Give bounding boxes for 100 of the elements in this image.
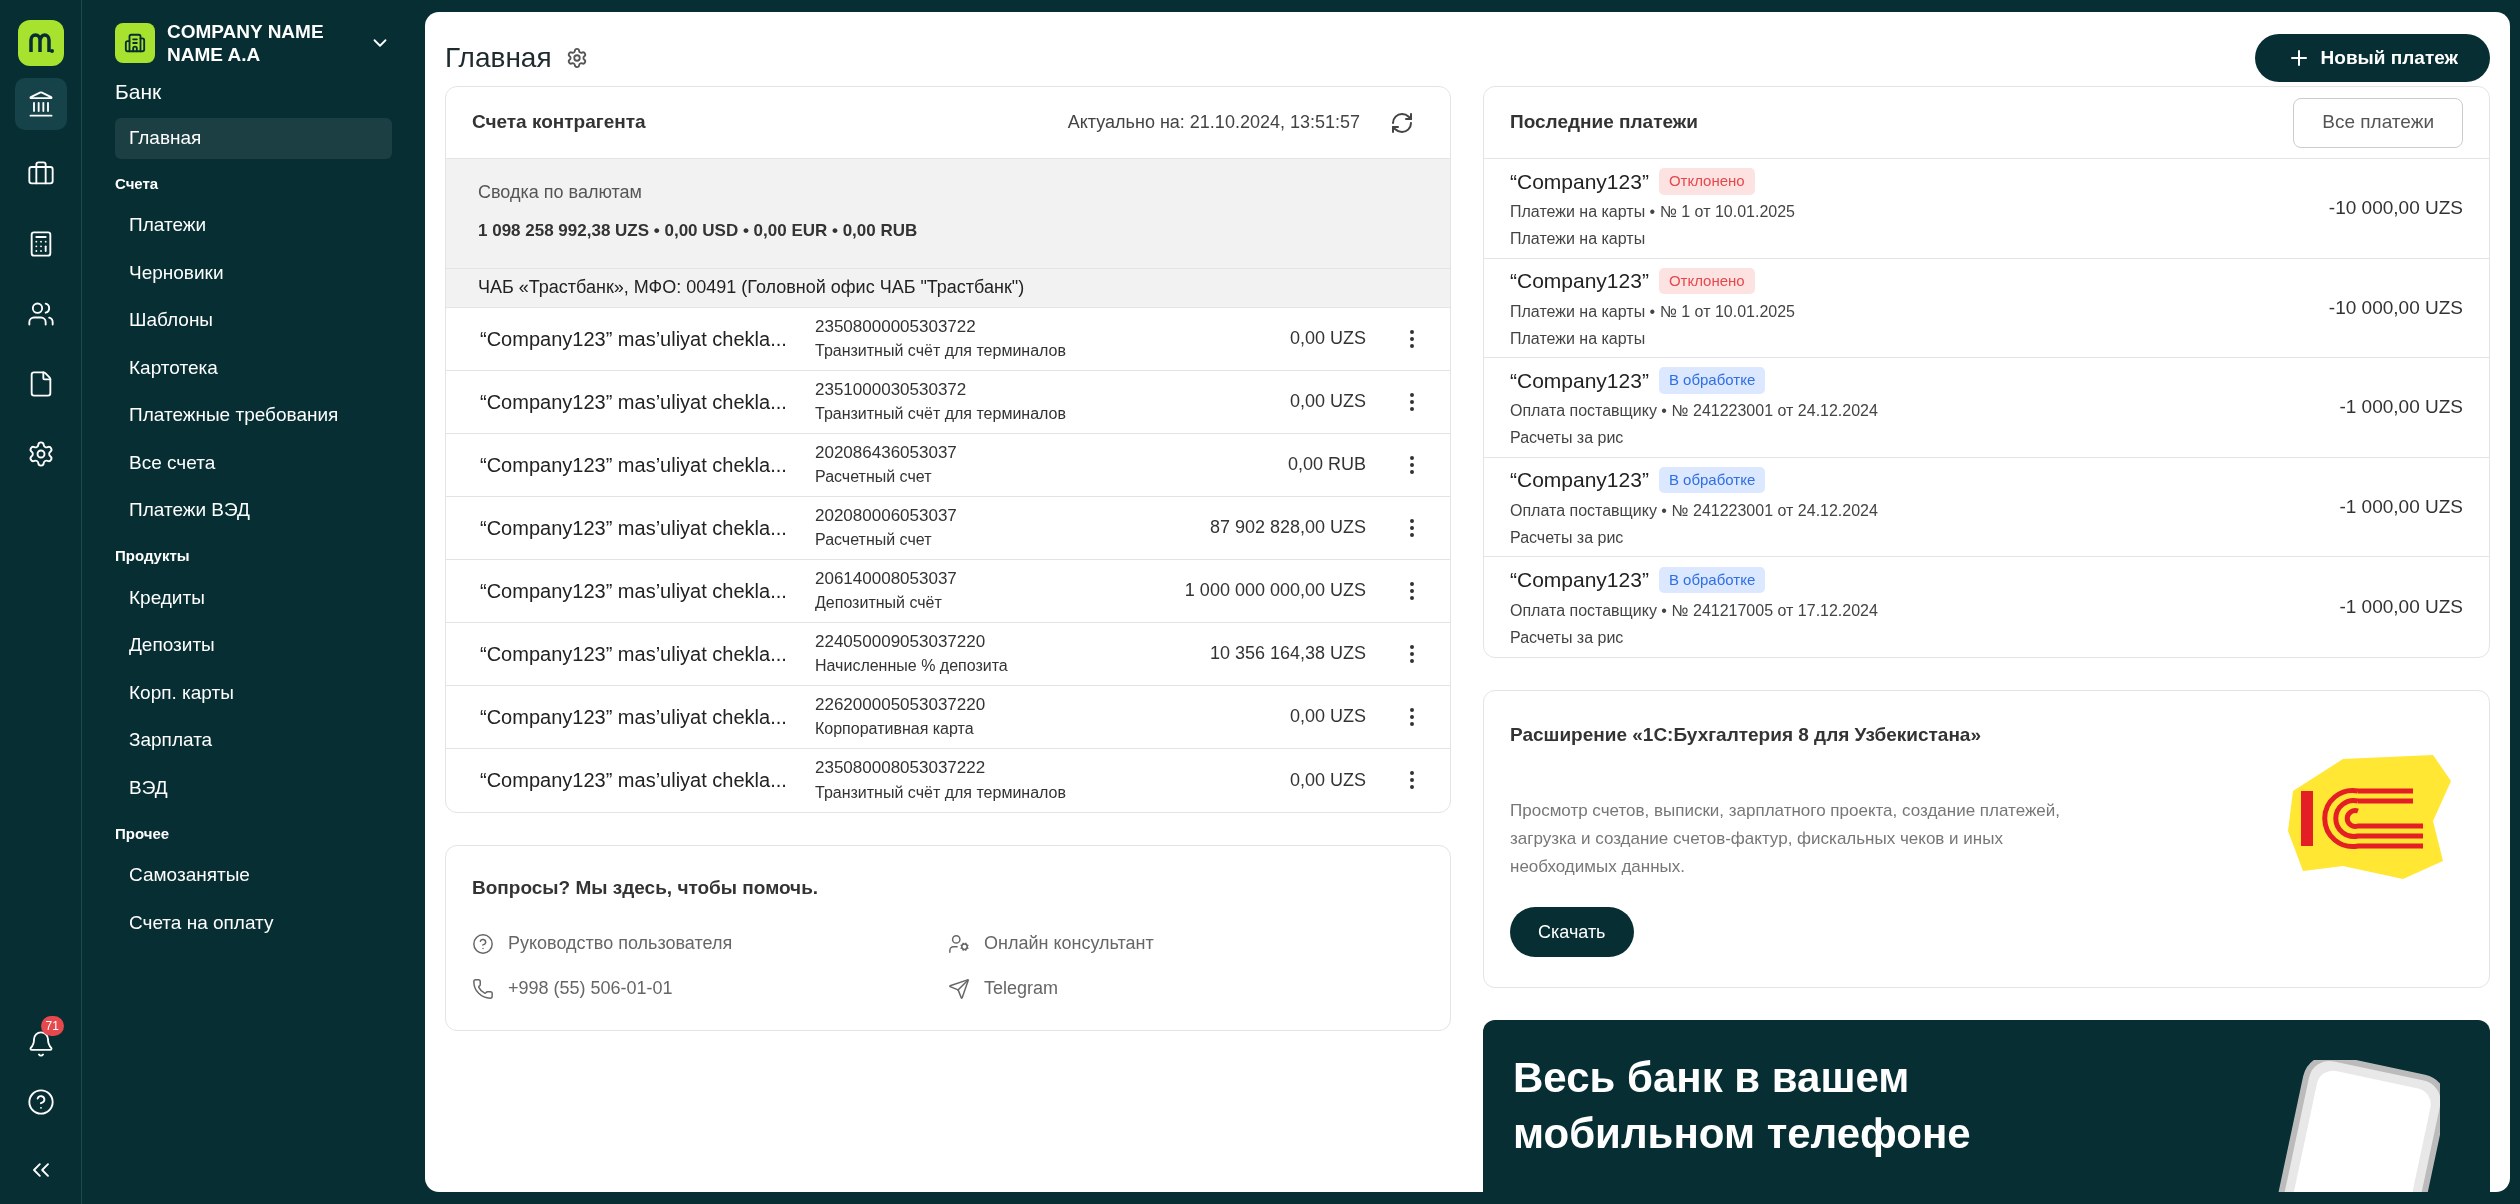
- status-badge: Отклонено: [1658, 168, 1755, 195]
- account-balance: 10 356 164,38 UZS: [1209, 642, 1366, 665]
- status-badge: В обработке: [1658, 367, 1766, 394]
- payment-details: Оплата поставщику • № 241223001 от 24.12.2024: [1510, 500, 1878, 521]
- payment-details: Платежи на карты • № 1 от 10.01.2025: [1510, 202, 1795, 222]
- help-icon: [472, 932, 494, 955]
- account-balance: 0,00 RUB: [1287, 453, 1366, 476]
- account-type: Начисленные % депозита: [815, 656, 1009, 677]
- account-number: 224050009053037220: [815, 630, 987, 653]
- account-owner: “Company123” mas’uliyat chekla...: [480, 389, 788, 415]
- account-balance: 87 902 828,00 UZS: [1209, 516, 1366, 539]
- company-switcher[interactable]: COMPANY NAME NAME A.A: [33, 20, 392, 66]
- account-balance: 0,00 UZS: [1289, 390, 1366, 413]
- help-link[interactable]: Руководство пользователя: [508, 930, 733, 957]
- account-type: Транзитный счёт для терминалов: [815, 404, 1067, 425]
- app-logo[interactable]: [17, 20, 64, 66]
- bank-name: ЧАБ «Трастбанк», МФО: 00491 (Головной офис ЧАБ "Трастбанк"): [446, 268, 1450, 308]
- account-number: 226200005053037220: [815, 693, 987, 716]
- new-payment-button[interactable]: Новый платеж: [2254, 34, 2490, 82]
- section-label: Счета: [115, 173, 160, 194]
- account-type: Депозитный счёт: [815, 593, 943, 614]
- promo-title: Весь банк в вашем мобильном телефоне: [1513, 1053, 1972, 1159]
- nav-item[interactable]: Картотека: [115, 347, 392, 389]
- status-badge: В обработке: [1658, 466, 1766, 493]
- nav-item[interactable]: Депозиты: [115, 625, 392, 666]
- settings-icon[interactable]: [565, 47, 588, 69]
- updated-time: Актуально на: 21.10.2024, 13:51:57: [1067, 111, 1360, 134]
- payment-amount: -1 000,00 UZS: [2339, 594, 2463, 619]
- card-title: Расширение «1С:Бухгалтерия 8 для Узбекистана»: [1510, 722, 1982, 747]
- nav-item[interactable]: Кредиты: [115, 577, 392, 619]
- card-title: Счета контрагента: [472, 110, 646, 135]
- account-balance: 1 000 000 000,00 UZS: [1184, 579, 1366, 602]
- company-name: COMPANY NAME NAME A.A: [167, 20, 325, 66]
- building-icon: [124, 32, 146, 54]
- phone-icon: [472, 977, 494, 1000]
- nav-item[interactable]: Платежи: [115, 205, 392, 246]
- account-number: 202080006053037: [815, 504, 958, 527]
- bank-icon[interactable]: [14, 78, 67, 130]
- payment-purpose: Платежи на карты: [1510, 328, 1647, 349]
- send-icon: [948, 977, 970, 1000]
- payee-name: “Company123”: [1510, 268, 1649, 294]
- help-link[interactable]: Telegram: [984, 975, 1059, 1002]
- page-title: Главная: [445, 41, 552, 75]
- nav-item[interactable]: Платежные требования: [115, 395, 392, 436]
- account-number: 23508000005303722: [815, 315, 977, 338]
- summary-label: Сводка по валютам: [478, 181, 643, 204]
- account-type: Расчетный счет: [815, 530, 933, 551]
- payee-name: “Company123”: [1510, 168, 1649, 195]
- account-type: Транзитный счёт для терминалов: [815, 341, 1067, 362]
- nav-item[interactable]: Платежи ВЭД: [115, 490, 392, 531]
- payment-purpose: Платежи на карты: [1510, 229, 1647, 249]
- nav-item[interactable]: Счета на оплату: [115, 902, 392, 944]
- nav-item[interactable]: Корп. карты: [115, 672, 392, 714]
- account-owner: “Company123” mas’uliyat chekla...: [480, 326, 788, 352]
- payment-amount: -1 000,00 UZS: [2339, 395, 2463, 419]
- nav-item[interactable]: Главная: [115, 117, 392, 159]
- nav-item[interactable]: Зарплата: [115, 720, 392, 761]
- account-balance: 0,00 UZS: [1289, 327, 1366, 350]
- payment-amount: -1 000,00 UZS: [2339, 494, 2463, 519]
- account-number: 2351000030530372: [815, 378, 968, 401]
- download-button[interactable]: Скачать: [1510, 907, 1634, 957]
- all-payments-button[interactable]: Все платежи: [2293, 97, 2463, 148]
- payee-name: “Company123”: [1510, 467, 1649, 493]
- sidebar-title: Банк: [115, 79, 163, 105]
- account-balance: 0,00 UZS: [1289, 705, 1366, 728]
- help-icon[interactable]: [26, 1088, 55, 1116]
- logo-icon: [27, 32, 54, 54]
- user-gear-icon: [948, 932, 970, 955]
- payment-purpose: Расчеты за рис: [1510, 527, 1625, 548]
- card-title: Вопросы? Мы здесь, чтобы помочь.: [472, 875, 820, 900]
- account-number: 235080008053037222: [815, 757, 987, 780]
- account-owner: “Company123” mas’uliyat chekla...: [480, 641, 788, 667]
- payment-details: Платежи на карты • № 1 от 10.01.2025: [1510, 301, 1795, 322]
- payee-name: “Company123”: [1510, 567, 1649, 593]
- account-number: 202086436053037: [815, 441, 958, 464]
- card-title: Последние платежи: [1510, 110, 1698, 135]
- account-owner: “Company123” mas’uliyat chekla...: [480, 704, 788, 730]
- payment-purpose: Расчеты за рис: [1510, 428, 1625, 448]
- status-badge: Отклонено: [1658, 267, 1755, 294]
- payment-purpose: Расчеты за рис: [1510, 627, 1625, 648]
- status-badge: В обработке: [1658, 566, 1766, 593]
- refresh-icon[interactable]: [1390, 110, 1414, 135]
- nav-item[interactable]: Все счета: [115, 442, 392, 484]
- help-link[interactable]: +998 (55) 506-01-01: [508, 975, 673, 1002]
- nav-item[interactable]: Самозанятые: [115, 855, 392, 896]
- nav-item[interactable]: Черновики: [115, 252, 392, 294]
- notification-badge: 71: [40, 1016, 64, 1036]
- nav-item[interactable]: ВЭД: [115, 767, 392, 809]
- account-type: Корпоративная карта: [815, 719, 975, 740]
- account-type: Расчетный счет: [815, 467, 933, 488]
- nav-item[interactable]: Шаблоны: [115, 300, 392, 341]
- account-owner: “Company123” mas’uliyat chekla...: [480, 515, 788, 541]
- extension-description: Просмотр счетов, выписки, зарплатного проекта, создание платежей, загрузка и создание счетов-фактур, фискальных чеков и иных необходимых данных.: [1510, 800, 2061, 878]
- account-type: Транзитный счёт для терминалов: [815, 782, 1067, 803]
- account-number: 206140008053037: [815, 567, 958, 590]
- section-label: Продукты: [115, 546, 191, 566]
- help-link[interactable]: Онлайн консультант: [984, 930, 1154, 957]
- payment-amount: -10 000,00 UZS: [2328, 196, 2463, 220]
- payment-amount: -10 000,00 UZS: [2328, 295, 2463, 320]
- summary-totals: 1 098 258 992,38 UZS • 0,00 USD • 0,00 EUR • 0,00 RUB: [478, 220, 919, 242]
